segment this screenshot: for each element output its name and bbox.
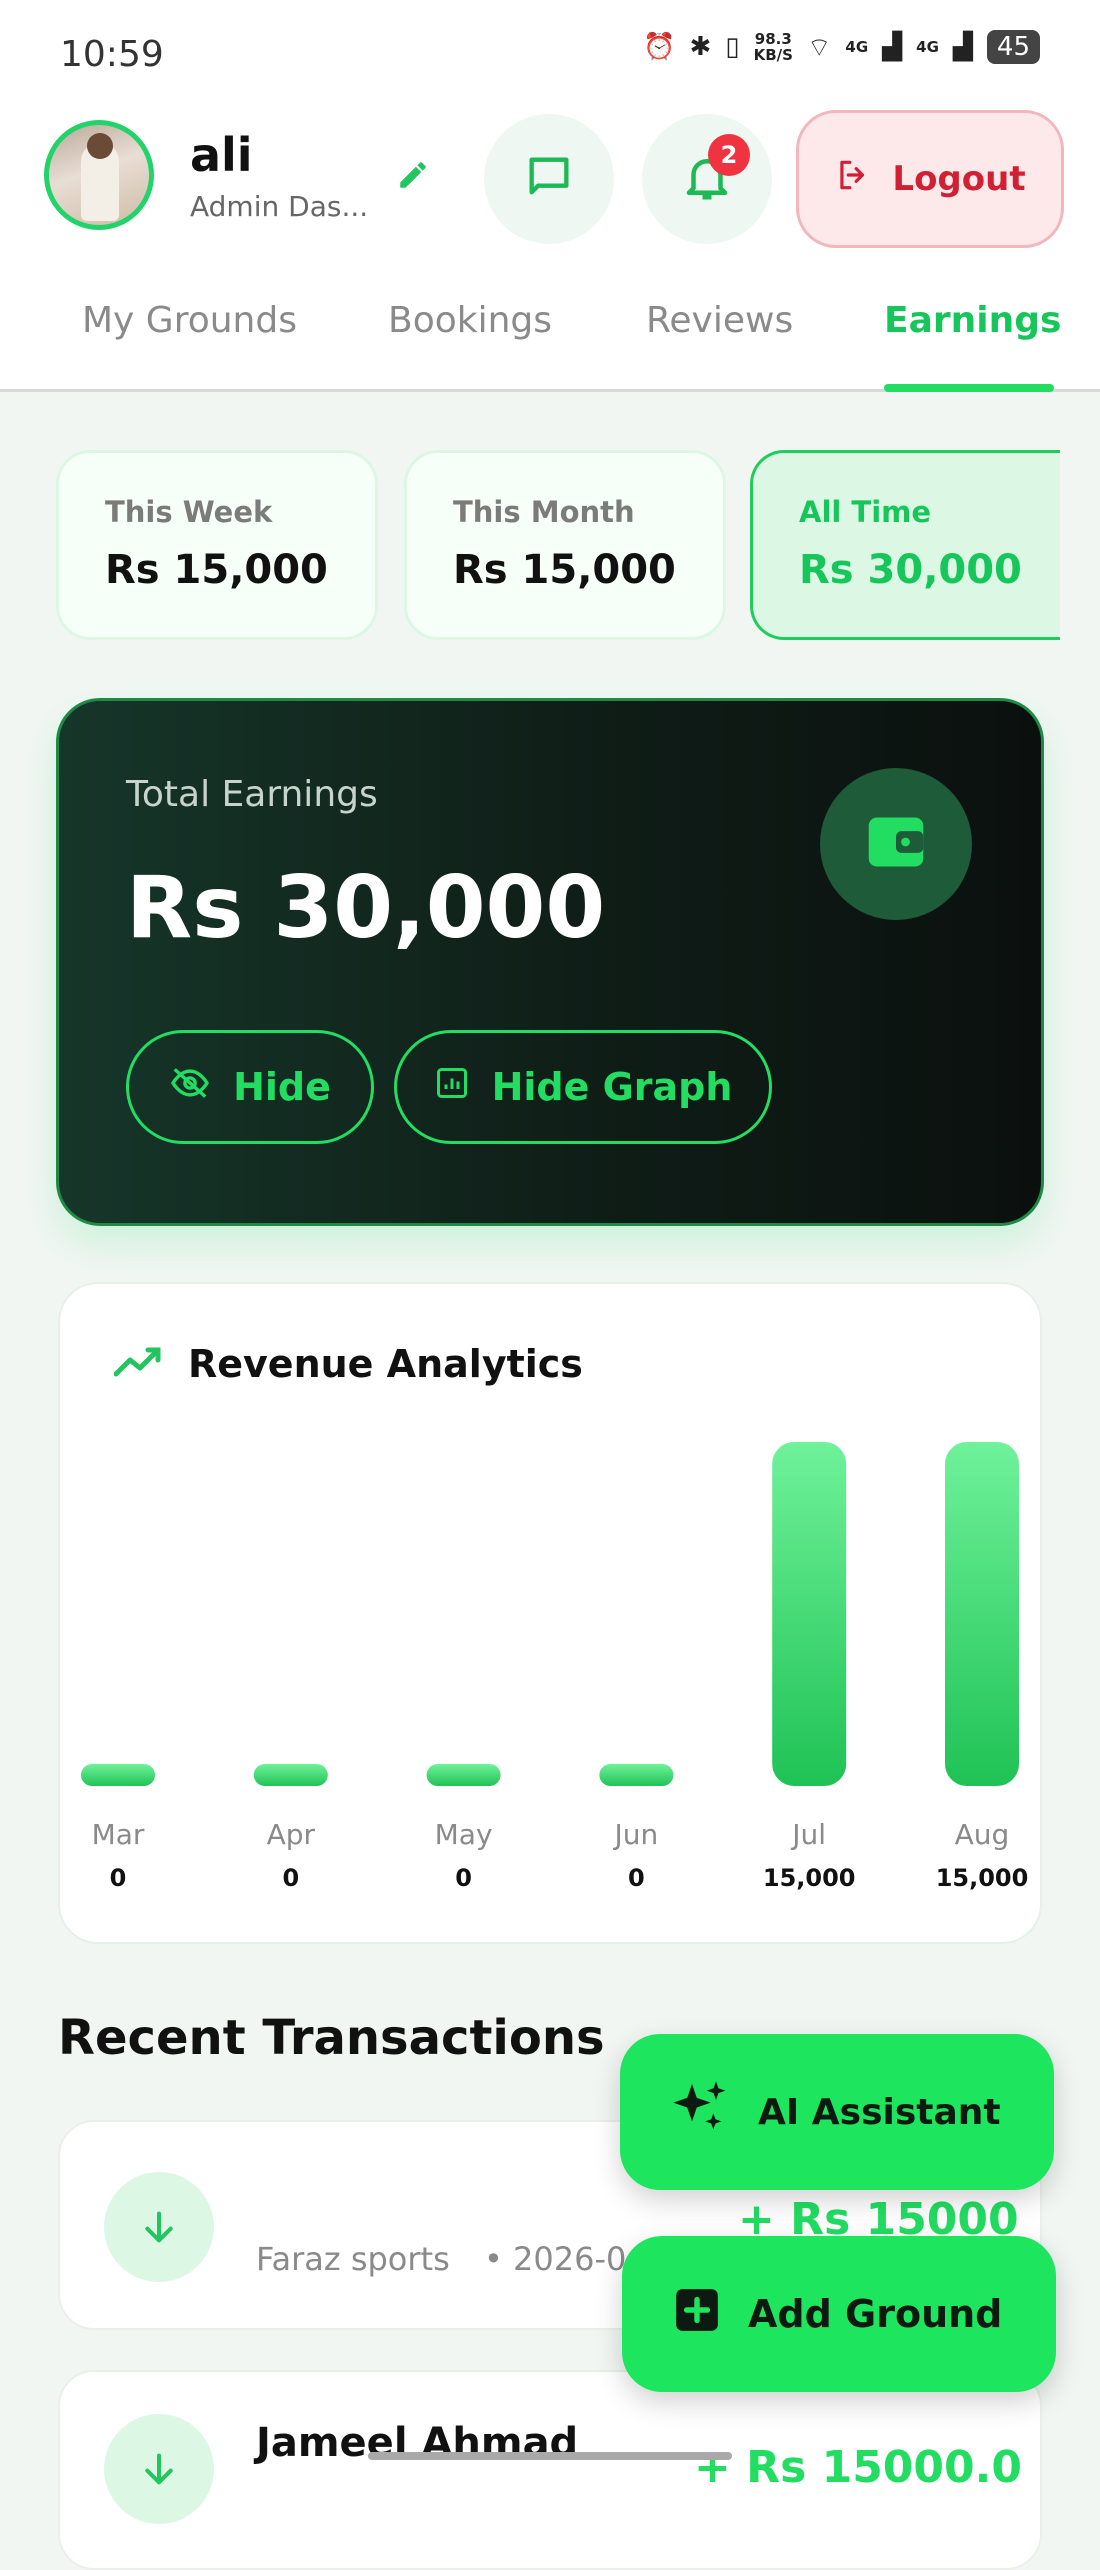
net-speed: 98.3 KB/S (753, 30, 793, 64)
signal-1: 4G (845, 38, 869, 56)
x-tick-label: Jul (790, 1818, 826, 1851)
battery-indicator: 45 (986, 30, 1040, 64)
edit-pencil-icon[interactable] (396, 158, 430, 192)
active-tab-indicator (884, 384, 1054, 392)
bar-value-label: 15,000 (763, 1864, 856, 1892)
transaction-amount: + Rs 15000.0 (694, 2442, 1022, 2493)
x-tick-label: Jun (613, 1818, 659, 1851)
bar-apr (253, 1764, 328, 1786)
home-indicator (368, 2452, 732, 2460)
tab-my-grounds[interactable]: My Grounds (82, 300, 297, 341)
wifi-icon: ⌔ (806, 32, 832, 63)
bar-value-label: 0 (282, 1864, 299, 1892)
logout-icon (834, 156, 872, 203)
notification-badge: 2 (708, 134, 750, 176)
period-label: All Time (799, 495, 932, 529)
x-tick-label: May (435, 1818, 493, 1851)
ai-assistant-button[interactable]: AI Assistant (620, 2034, 1054, 2190)
bar-value-label: 0 (110, 1864, 127, 1892)
messages-button[interactable] (484, 114, 614, 244)
chart-icon (434, 1065, 470, 1110)
user-role: Admin Das... (190, 190, 369, 223)
tab-earnings[interactable]: Earnings (884, 300, 1061, 341)
chat-icon (523, 151, 575, 207)
signal-2: 4G (916, 38, 939, 56)
wallet-icon (863, 812, 929, 876)
bar-value-label: 15,000 (936, 1864, 1029, 1892)
user-name: ali (190, 128, 253, 182)
hide-graph-label: Hide Graph (491, 1065, 733, 1109)
wallet-badge (820, 768, 972, 920)
trending-up-icon (113, 1344, 162, 1378)
signal-icon: ▟ (882, 32, 903, 62)
notifications-button[interactable] (642, 114, 772, 244)
logout-button[interactable]: Logout (796, 110, 1064, 248)
bar-jun (599, 1764, 674, 1786)
bar-mar (81, 1764, 155, 1786)
period-value: Rs 30,000 (799, 547, 1022, 593)
period-value: Rs 15,000 (453, 547, 676, 593)
status-icons: ⏰ ✱ ▯ 98.3 KB/S ⌔ 4G ▟ 4G ▟ 45 (643, 30, 1040, 64)
recent-transactions-title: Recent Transactions (58, 2010, 605, 2066)
sparkles-icon (668, 2076, 732, 2149)
arrow-down-icon (104, 2172, 214, 2282)
ai-assistant-label: AI Assistant (758, 2091, 1001, 2133)
avatar[interactable] (44, 120, 154, 230)
alarm-icon: ⏰ (643, 32, 676, 62)
period-card-month[interactable]: This Month Rs 15,000 (404, 450, 726, 640)
tab-reviews[interactable]: Reviews (646, 300, 793, 341)
vibrate-icon: ▯ (725, 32, 740, 62)
bluetooth-icon: ✱ (689, 32, 712, 62)
bar-value-label: 0 (628, 1864, 645, 1892)
add-ground-label: Add Ground (748, 2292, 1003, 2336)
x-tick-label: Mar (92, 1818, 145, 1851)
bar-may (426, 1764, 501, 1786)
x-tick-label: Apr (267, 1818, 316, 1851)
signal-icon-2: ▟ (952, 32, 973, 62)
hide-graph-button[interactable]: Hide Graph (394, 1030, 772, 1144)
period-card-week[interactable]: This Week Rs 15,000 (56, 450, 378, 640)
add-ground-button[interactable]: Add Ground (622, 2236, 1056, 2392)
hide-button[interactable]: Hide (126, 1030, 374, 1144)
transaction-sub: Faraz sports (256, 2240, 450, 2278)
tab-bar: My Grounds Bookings Reviews Earnings (0, 280, 1100, 392)
bar-value-label: 0 (455, 1864, 472, 1892)
period-card-all-time[interactable]: All Time Rs 30,000 (750, 450, 1060, 640)
eye-off-icon (169, 1065, 211, 1109)
x-tick-label: Aug (955, 1818, 1010, 1851)
arrow-down-icon (104, 2414, 214, 2524)
period-value: Rs 15,000 (105, 547, 328, 593)
transaction-date: • 2026-0 (484, 2240, 627, 2278)
analytics-title: Revenue Analytics (188, 1342, 583, 1386)
tab-bookings[interactable]: Bookings (388, 300, 552, 341)
status-time: 10:59 (60, 34, 164, 75)
total-earnings-label: Total Earnings (126, 774, 378, 815)
bar-jul (772, 1442, 847, 1786)
plus-box-icon (672, 2285, 722, 2344)
logout-label: Logout (892, 159, 1026, 199)
hide-label: Hide (233, 1065, 331, 1109)
bar-aug (945, 1442, 1019, 1786)
revenue-bar-chart: Mar 0 Apr 0 May 0 Jun 0 Jul 15,000 Aug 15,000 (81, 1442, 1029, 1892)
period-label: This Month (453, 495, 635, 529)
total-earnings-value: Rs 30,000 (126, 858, 606, 958)
period-label: This Week (105, 495, 273, 529)
